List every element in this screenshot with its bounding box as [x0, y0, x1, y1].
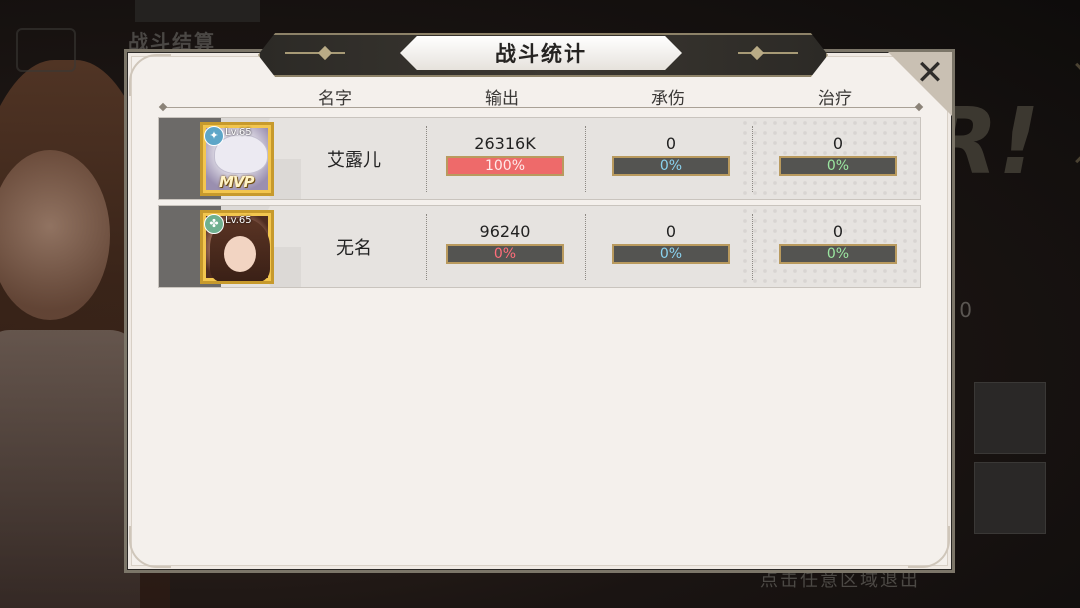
title-plate: 战斗统计 — [400, 36, 682, 70]
output-value: 96240 — [479, 222, 531, 241]
reward-slot — [974, 382, 1046, 454]
output-cell: 26316K 100% — [444, 134, 566, 176]
header-divider — [163, 107, 919, 108]
damage-taken-value: 0 — [665, 222, 677, 241]
side-counter: 0 — [959, 298, 972, 322]
reward-slot — [974, 462, 1046, 534]
level-label: Lv.65 — [225, 127, 252, 138]
column-separator — [752, 126, 753, 192]
output-value: 26316K — [474, 134, 536, 153]
player-name: 无名 — [336, 237, 372, 259]
damage-taken-cell: 0 0% — [610, 134, 732, 176]
healing-bar: 0% — [779, 244, 897, 264]
banner-line-right — [738, 52, 798, 54]
healing-bar: 0% — [779, 156, 897, 176]
portrait-face — [224, 236, 256, 272]
output-cell: 96240 0% — [444, 222, 566, 264]
wind-icon: ✦ — [204, 126, 224, 146]
column-separator — [585, 126, 586, 192]
header-name: 名字 — [318, 89, 352, 109]
damage-taken-percent: 0% — [659, 158, 683, 174]
column-separator — [585, 214, 586, 280]
output-bar: 0% — [446, 244, 564, 264]
leaf-icon: ✤ — [204, 214, 224, 234]
banner-line-left — [285, 52, 345, 54]
header-damage-taken: 承伤 — [651, 89, 685, 109]
column-separator — [426, 214, 427, 280]
column-separator — [426, 126, 427, 192]
healing-value: 0 — [832, 222, 844, 241]
character-portrait[interactable]: ✤ Lv.65 — [200, 210, 274, 284]
healing-percent: 0% — [826, 158, 850, 174]
player-row[interactable]: ✤ Lv.65 无名 96240 0% 0 0% 0 0% — [158, 205, 921, 288]
damage-taken-cell: 0 0% — [610, 222, 732, 264]
player-name: 艾露儿 — [327, 149, 381, 171]
header-output: 输出 — [485, 89, 519, 109]
player-row[interactable]: ✦ Lv.65 MVP 艾露儿 26316K 100% 0 0% 0 0% — [158, 117, 921, 200]
damage-taken-bar: 0% — [612, 244, 730, 264]
output-percent: 100% — [484, 158, 526, 174]
notes-icon — [16, 28, 76, 72]
damage-taken-percent: 0% — [659, 246, 683, 262]
character-outfit — [0, 330, 140, 608]
healing-value: 0 — [832, 134, 844, 153]
dialog-title: 战斗统计 — [495, 42, 587, 66]
character-portrait[interactable]: ✦ Lv.65 MVP — [200, 122, 274, 196]
output-percent: 0% — [493, 246, 517, 262]
damage-taken-bar: 0% — [612, 156, 730, 176]
output-bar: 100% — [446, 156, 564, 176]
close-button[interactable]: ✕ — [912, 56, 948, 92]
mvp-badge: MVP — [219, 173, 255, 191]
damage-taken-value: 0 — [665, 134, 677, 153]
healing-percent: 0% — [826, 246, 850, 262]
header-healing: 治疗 — [818, 89, 852, 109]
top-bar-fragment — [135, 0, 260, 22]
level-label: Lv.65 — [225, 215, 252, 226]
healing-cell: 0 0% — [777, 222, 899, 264]
healing-cell: 0 0% — [777, 134, 899, 176]
column-separator — [752, 214, 753, 280]
